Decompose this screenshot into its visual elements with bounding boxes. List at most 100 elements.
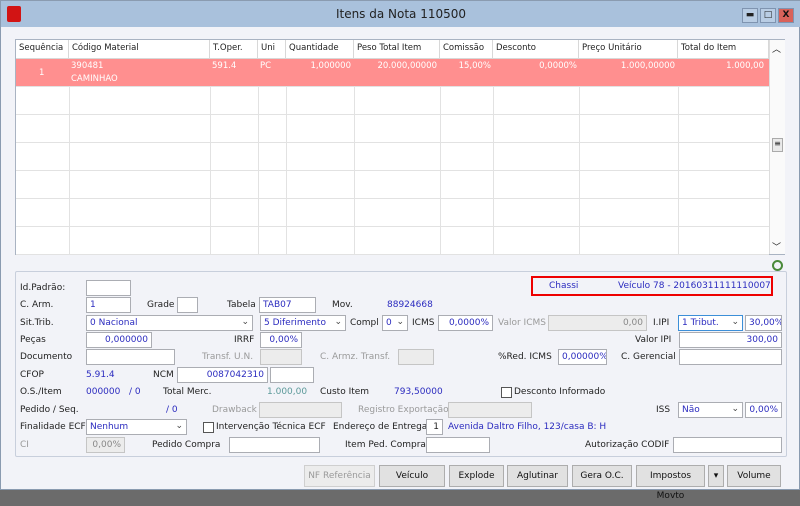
drawback-input [259,402,342,418]
grid-line [210,87,211,255]
os-value: 000000 [86,387,121,397]
i-ipi-percent-input[interactable]: 30,00% [745,315,782,331]
finalidade-ecf-label: Finalidade ECF [20,422,86,432]
icms-input[interactable]: 0,0000% [438,315,493,331]
compl-select[interactable]: 0 ⌄ [382,315,408,331]
tabela-input[interactable]: TAB07 [259,297,316,313]
items-grid[interactable]: Sequência Código Material T.Oper. Uni Qu… [15,39,785,255]
desconto-informado-checkbox[interactable] [501,387,512,398]
gera-oc-button[interactable]: Gera O.C. [572,465,632,487]
vertical-scrollbar[interactable]: ︿ ≡ ﹀ [769,40,785,254]
aglutinar-button[interactable]: Aglutinar [507,465,568,487]
pecas-input[interactable]: 0,000000 [86,332,152,348]
empty-row [16,143,769,171]
chevron-down-icon: ⌄ [731,404,739,414]
intervencao-checkbox[interactable] [203,422,214,433]
explode-button[interactable]: Explode [449,465,504,487]
pedido-compra-input[interactable] [229,437,320,453]
red-icms-label: %Red. ICMS [498,352,552,362]
scroll-down-icon[interactable]: ﹀ [772,240,781,253]
grade-label: Grade [147,300,175,310]
compl-value: 0 [386,318,392,328]
cfop-label: CFOP [20,370,44,380]
sit-trib-label: Sit.Trib. [20,318,54,328]
pedido-seq-label: Pedido / Seq. [20,405,79,415]
valor-icms-input: 0,00 [548,315,647,331]
col-header-desconto[interactable]: Desconto [493,40,579,59]
irrf-input[interactable]: 0,00% [260,332,302,348]
col-header-quantidade[interactable]: Quantidade [286,40,354,59]
chassi-value[interactable]: Veículo 78 - 20160311111110007 [618,281,771,291]
chevron-down-icon: ⌄ [396,317,404,327]
title-bar[interactable]: Itens da Nota 110500 ▬ □ X [1,1,800,27]
minimize-button[interactable]: ▬ [742,8,758,23]
intervencao-label[interactable]: Intervenção Técnica ECF [216,422,326,432]
documento-input[interactable] [86,349,175,365]
compl-label: Compl [350,318,379,328]
id-padrao-input[interactable] [86,280,131,296]
cell-comissao: 15,00% [458,61,491,71]
iss-percent-input[interactable]: 0,00% [745,402,782,418]
c-arm-input[interactable]: 1 [86,297,131,313]
chevron-down-icon: ⌄ [334,317,342,327]
chevron-down-icon: ⌄ [175,421,183,431]
iss-select[interactable]: Não ⌄ [678,402,743,418]
col-header-sequencia[interactable]: Sequência [16,40,69,59]
registro-exportacao-input [448,402,532,418]
col-header-toper[interactable]: T.Oper. [210,40,258,59]
item-ped-compra-label: Item Ped. Compra [345,440,426,450]
pecas-label: Peças [20,335,46,345]
grid-line [678,87,679,255]
iss-label: ISS [656,405,671,415]
col-header-total[interactable]: Total do Item [678,40,769,59]
volume-button[interactable]: Volume [727,465,781,487]
autorizacao-codif-input[interactable] [673,437,782,453]
i-ipi-select[interactable]: 1 Tribut. ⌄ [678,315,743,331]
col-header-peso[interactable]: Peso Total Item [354,40,440,59]
cell-uni: PC [260,61,272,71]
cfop-value: 5.91.4 [86,370,115,380]
c-arm-label: C. Arm. [20,300,54,310]
nf-referencia-button[interactable]: NF Referência [304,465,375,487]
col-header-preco[interactable]: Preço Unitário [579,40,678,59]
finalidade-ecf-select[interactable]: Nenhum ⌄ [86,419,187,435]
sit-trib-origem-value: 0 Nacional [90,318,138,328]
table-row[interactable]: 1 390481 CAMINHAO 591.4 PC 1,000000 20.0… [16,59,769,87]
grid-line [69,87,70,255]
scroll-thumb[interactable]: ≡ [772,138,783,152]
col-header-uni[interactable]: Uni [258,40,286,59]
mov-label: Mov. [332,300,353,310]
grid-line [354,87,355,255]
sit-trib-origem-select[interactable]: 0 Nacional ⌄ [86,315,253,331]
grade-input[interactable] [177,297,198,313]
item-ped-compra-input[interactable] [426,437,490,453]
impostos-movto-button[interactable]: Impostos Movto [636,465,705,501]
red-icms-input[interactable]: 0,00000% [558,349,607,365]
empty-row [16,87,769,115]
valor-ipi-input[interactable]: 300,00 [679,332,782,348]
close-button[interactable]: X [778,8,794,23]
empty-row [16,199,769,227]
maximize-button[interactable]: □ [760,8,776,23]
custo-item-label: Custo Item [320,387,370,397]
cell-preco: 1.000,00000 [620,61,675,71]
chassi-label: Chassi [549,281,579,291]
col-header-comissao[interactable]: Comissão [440,40,493,59]
more-options-dropdown-button[interactable]: ▾ [708,465,724,487]
cell-codigo: 390481 [71,61,104,71]
endereco-input[interactable]: 1 [426,419,443,435]
desconto-informado-label[interactable]: Desconto Informado [514,387,605,397]
search-icon[interactable] [772,260,783,271]
ncm-input[interactable]: 0087042310 [177,367,268,383]
scroll-up-icon[interactable]: ︿ [772,42,781,55]
endereco-label: Endereço de Entrega [333,422,428,432]
tabela-label: Tabela [227,300,256,310]
veiculo-button[interactable]: Veículo [379,465,445,487]
sit-trib-select[interactable]: 5 Diferimento ⌄ [260,315,346,331]
ci-input: 0,00% [86,437,125,453]
col-header-codigo[interactable]: Código Material [69,40,210,59]
ncm-extra-input[interactable] [270,367,314,383]
irrf-label: IRRF [234,335,255,345]
c-gerencial-input[interactable] [679,349,782,365]
chassi-highlight: Chassi Veículo 78 - 20160311111110007 [531,276,773,296]
